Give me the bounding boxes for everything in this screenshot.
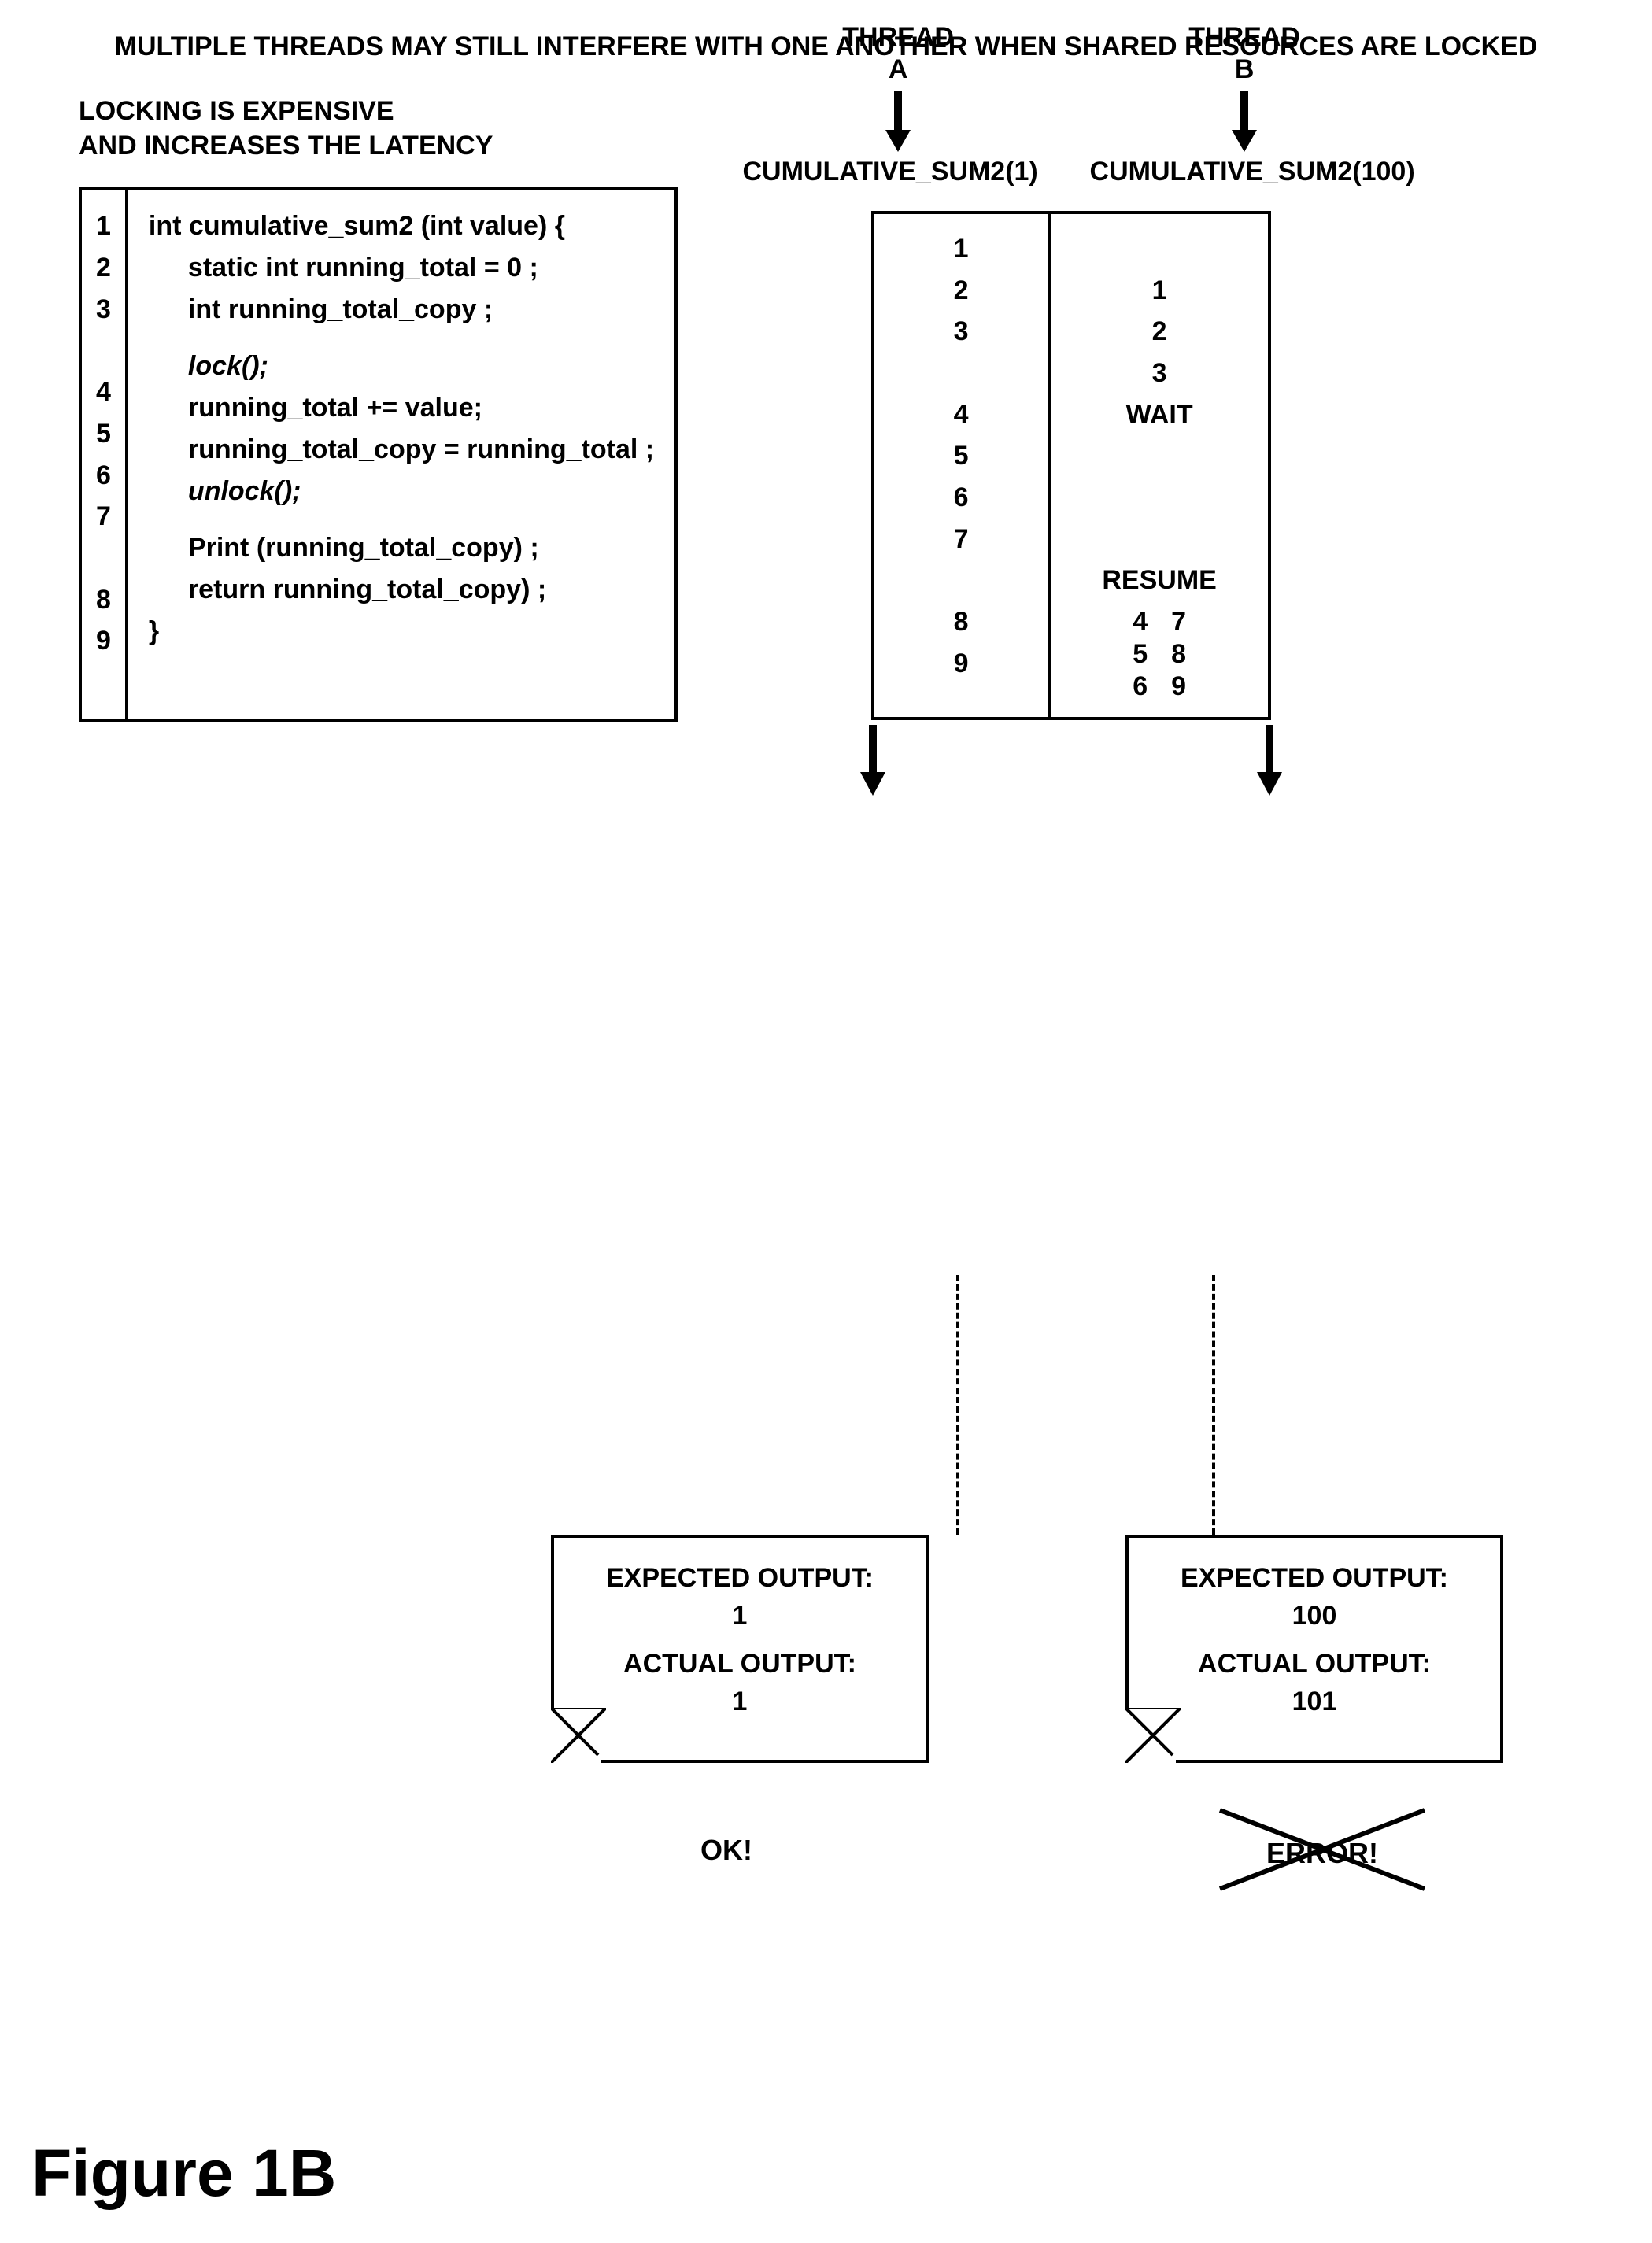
expected-value: 100 [1144, 1598, 1484, 1635]
step: 6 [954, 477, 969, 519]
step [957, 560, 964, 601]
page-fold-icon [1125, 1713, 1176, 1763]
lnum: 9 [96, 620, 111, 662]
step: 9 [954, 643, 969, 685]
thread-b-trace: 1 2 3 WAIT RESUME 4 5 6 7 8 [1048, 214, 1268, 717]
lnum: 8 [96, 579, 111, 621]
step: 5 [954, 435, 969, 477]
thread-b-h1: THREAD [1118, 21, 1370, 54]
arrow-down-icon [1118, 91, 1370, 152]
verdict-error: ERROR! [1212, 1802, 1432, 1909]
code-line-unlock: unlock(); [149, 471, 654, 512]
lnum [96, 330, 111, 371]
step: 1 [1152, 270, 1167, 312]
code-line: int cumulative_sum2 (int value) { [149, 205, 654, 247]
execution-trace: 1 2 3 4 5 6 7 8 9 1 2 3 WAIT [871, 211, 1271, 720]
arrow-down-icon [859, 725, 887, 800]
thread-b-header: THREAD B [1118, 21, 1370, 86]
output-note-a: EXPECTED OUTPUT: 1 ACTUAL OUTPUT: 1 [551, 1535, 929, 1763]
expected-label: EXPECTED OUTPUT: [1144, 1560, 1484, 1598]
step [1155, 228, 1162, 270]
arrow-down-icon [1255, 725, 1284, 800]
expected-value: 1 [570, 1598, 910, 1635]
actual-value: 101 [1144, 1683, 1484, 1721]
step: 8 [954, 601, 969, 643]
thread-a-call: CUMULATIVE_SUM2(1) [717, 157, 1063, 187]
thread-a-header: THREAD A [772, 21, 1024, 86]
actual-label: ACTUAL OUTPUT: [1144, 1646, 1484, 1683]
step: 2 [954, 270, 969, 312]
step [957, 353, 964, 394]
step-wait: WAIT [1126, 394, 1193, 436]
code-line: int running_total_copy ; [149, 289, 654, 331]
thread-b-h2: B [1118, 54, 1370, 86]
thread-a-h1: THREAD [772, 21, 1024, 54]
code-line-numbers: 1 2 3 4 5 6 7 8 9 [82, 190, 128, 719]
figure-label: Figure 1B [31, 2135, 336, 2212]
lnum: 1 [96, 205, 111, 247]
step: 4 [1133, 606, 1148, 638]
arrow-down-icon [772, 91, 1024, 152]
step: 2 [1152, 311, 1167, 353]
step: 6 [1133, 671, 1148, 703]
step: 7 [1171, 606, 1186, 638]
actual-label: ACTUAL OUTPUT: [570, 1646, 910, 1683]
lnum: 3 [96, 289, 111, 331]
step [1155, 477, 1162, 519]
verdict-ok: OK! [700, 1834, 752, 1867]
code-listing: 1 2 3 4 5 6 7 8 9 int cumulative_sum2 (i… [79, 187, 678, 722]
step: 5 [1133, 638, 1148, 671]
step: 1 [954, 228, 969, 270]
code-line: } [149, 611, 654, 652]
step: 3 [954, 311, 969, 353]
step: 3 [1152, 353, 1167, 394]
code-line: return running_total_copy) ; [149, 569, 654, 611]
step [1155, 435, 1162, 477]
error-label: ERROR! [1212, 1837, 1432, 1870]
lnum: 5 [96, 413, 111, 455]
step: 4 [954, 394, 969, 436]
output-note-b: EXPECTED OUTPUT: 100 ACTUAL OUTPUT: 101 [1125, 1535, 1503, 1763]
step-resume: RESUME [1102, 560, 1216, 601]
thread-area: THREAD A THREAD B CUMULATIVE_SUM2(1) CUM… [717, 21, 1425, 799]
lnum [96, 662, 111, 704]
dashed-connector [1212, 1275, 1215, 1535]
lnum: 6 [96, 455, 111, 497]
step: 7 [954, 519, 969, 560]
actual-value: 1 [570, 1683, 910, 1721]
step [1155, 519, 1162, 560]
code-line: running_total += value; [149, 387, 654, 429]
thread-a-h2: A [772, 54, 1024, 86]
thread-a-trace: 1 2 3 4 5 6 7 8 9 [874, 214, 1048, 717]
lnum: 7 [96, 496, 111, 538]
expected-label: EXPECTED OUTPUT: [570, 1560, 910, 1598]
code-line-lock: lock(); [149, 346, 654, 387]
lnum: 4 [96, 371, 111, 413]
code-line: Print (running_total_copy) ; [149, 527, 654, 569]
step: 9 [1171, 671, 1186, 703]
code-line: static int running_total = 0 ; [149, 247, 654, 289]
page-fold-icon [551, 1713, 601, 1763]
step: 8 [1171, 638, 1186, 671]
lnum: 2 [96, 247, 111, 289]
code-line: running_total_copy = running_total ; [149, 429, 654, 471]
lnum [96, 538, 111, 579]
thread-b-call: CUMULATIVE_SUM2(100) [1079, 157, 1425, 187]
dashed-connector [956, 1275, 959, 1535]
code-body: int cumulative_sum2 (int value) { static… [128, 190, 674, 719]
